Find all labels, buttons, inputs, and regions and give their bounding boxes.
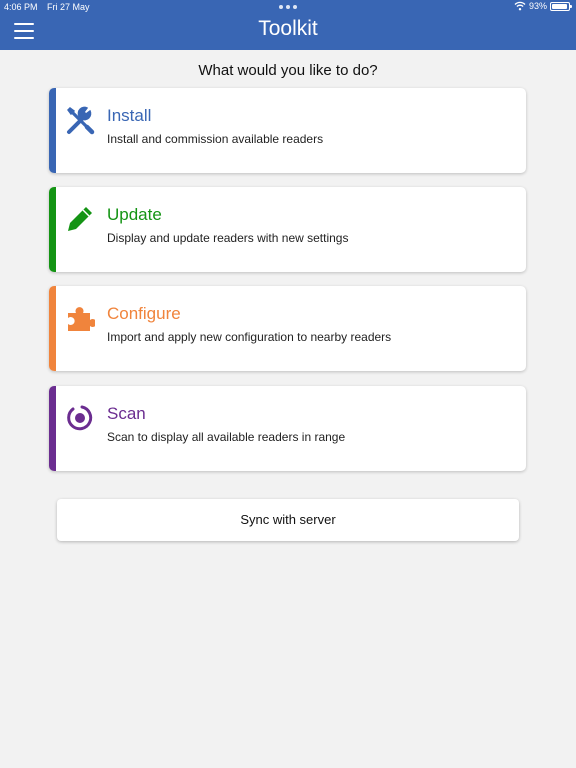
multitasking-dots-icon[interactable] <box>279 5 297 9</box>
status-time: 4:06 PM <box>4 2 38 12</box>
install-card[interactable]: Install Install and commission available… <box>49 88 526 173</box>
puzzle-piece-icon <box>65 303 95 333</box>
status-indicators: 93% <box>514 1 572 11</box>
update-description: Display and update readers with new sett… <box>107 231 349 245</box>
tools-icon <box>65 105 95 135</box>
wifi-icon <box>514 1 526 11</box>
battery-percent: 93% <box>528 1 547 11</box>
configure-title: Configure <box>107 304 181 323</box>
app-header: 4:06 PM Fri 27 May 93% Toolkit <box>0 0 576 50</box>
prompt-text: What would you like to do? <box>198 62 378 79</box>
status-date: Fri 27 May <box>47 2 90 12</box>
configure-description: Import and apply new configuration to ne… <box>107 330 392 344</box>
battery-icon <box>550 1 572 11</box>
scan-description: Scan to display all available readers in… <box>107 430 346 444</box>
card-accent-bar <box>49 286 56 371</box>
card-accent-bar <box>49 187 56 272</box>
install-description: Install and commission available readers <box>107 132 324 146</box>
scan-title: Scan <box>107 404 146 423</box>
battery-level <box>552 3 567 9</box>
configure-card[interactable]: Configure Import and apply new configura… <box>49 286 526 371</box>
page-title: Toolkit <box>258 17 318 40</box>
card-accent-bar <box>49 386 56 471</box>
install-title: Install <box>107 106 152 125</box>
scan-target-icon <box>65 403 95 433</box>
update-card[interactable]: Update Display and update readers with n… <box>49 187 526 272</box>
status-bar: 4:06 PM Fri 27 May 93% <box>0 0 576 14</box>
sync-with-server-button[interactable]: Sync with server <box>57 499 519 541</box>
update-title: Update <box>107 205 162 224</box>
scan-card[interactable]: Scan Scan to display all available reade… <box>49 386 526 471</box>
card-accent-bar <box>49 88 56 173</box>
pencil-icon <box>65 204 95 234</box>
